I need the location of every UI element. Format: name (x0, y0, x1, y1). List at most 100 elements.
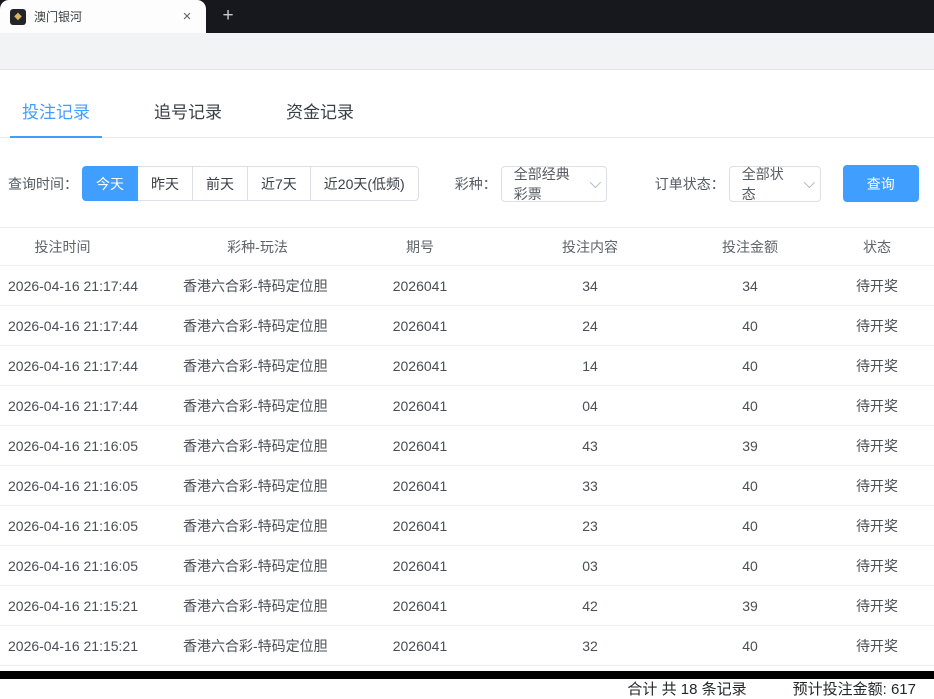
table-cell: 2026041 (340, 306, 500, 346)
table-cell: 2026-04-16 21:15:21 (0, 626, 175, 666)
bottom-bar (0, 671, 934, 679)
table-cell: 40 (680, 306, 820, 346)
table-cell: 32 (500, 626, 680, 666)
browser-toolbar (0, 33, 934, 70)
table-cell: 香港六合彩-特码定位胆 (175, 626, 340, 666)
table-row: 2026-04-16 21:17:44香港六合彩-特码定位胆2026041044… (0, 386, 934, 426)
page-tab[interactable]: 投注记录 (10, 88, 102, 138)
filter-row: 查询时间： 今天昨天前天近7天近20天(低频) 彩种： 全部经典彩票 订单状态：… (8, 165, 934, 202)
table-cell: 04 (500, 386, 680, 426)
table-cell: 40 (680, 506, 820, 546)
table-cell: 2026-04-16 21:17:44 (0, 386, 175, 426)
table-cell: 香港六合彩-特码定位胆 (175, 266, 340, 306)
table-cell: 40 (680, 546, 820, 586)
table-cell: 2026-04-16 21:15:21 (0, 586, 175, 626)
query-button[interactable]: 查询 (843, 165, 919, 202)
table-cell: 香港六合彩-特码定位胆 (175, 506, 340, 546)
table-cell: 40 (680, 466, 820, 506)
table-header-cell: 状态 (820, 228, 934, 266)
table-cell: 待开奖 (820, 266, 934, 306)
table-body: 2026-04-16 21:17:44香港六合彩-特码定位胆2026041343… (0, 266, 934, 666)
table-header-row: 投注时间彩种-玩法期号投注内容投注金额状态 (0, 228, 934, 266)
site-favicon-icon: ◆ (10, 9, 26, 25)
table-header-cell: 投注金额 (680, 228, 820, 266)
time-filter-group: 今天昨天前天近7天近20天(低频) (82, 166, 419, 201)
table-cell: 香港六合彩-特码定位胆 (175, 466, 340, 506)
table-cell: 39 (680, 586, 820, 626)
table-row: 2026-04-16 21:16:05香港六合彩-特码定位胆2026041334… (0, 466, 934, 506)
table-cell: 2026041 (340, 426, 500, 466)
table-cell: 香港六合彩-特码定位胆 (175, 586, 340, 626)
table-cell: 待开奖 (820, 426, 934, 466)
browser-tab-bar: ◆ 澳门银河 × + (0, 0, 934, 33)
table-cell: 2026-04-16 21:16:05 (0, 426, 175, 466)
table-cell: 24 (500, 306, 680, 346)
time-filter-button[interactable]: 前天 (192, 166, 248, 201)
table-cell: 14 (500, 346, 680, 386)
table-cell: 待开奖 (820, 466, 934, 506)
table-cell: 2026041 (340, 266, 500, 306)
lottery-filter-label: 彩种： (455, 174, 497, 194)
lottery-select[interactable]: 全部经典彩票 (501, 166, 607, 202)
table-cell: 2026041 (340, 546, 500, 586)
table-cell: 香港六合彩-特码定位胆 (175, 306, 340, 346)
table-cell: 待开奖 (820, 386, 934, 426)
table-row: 2026-04-16 21:17:44香港六合彩-特码定位胆2026041244… (0, 306, 934, 346)
table-cell: 2026-04-16 21:17:44 (0, 306, 175, 346)
browser-tab-title: 澳门银河 (34, 8, 170, 25)
table-row: 2026-04-16 21:16:05香港六合彩-特码定位胆2026041433… (0, 426, 934, 466)
table-cell: 待开奖 (820, 586, 934, 626)
table-cell: 2026041 (340, 506, 500, 546)
time-filter-button[interactable]: 近7天 (247, 166, 311, 201)
table-cell: 34 (500, 266, 680, 306)
table-cell: 03 (500, 546, 680, 586)
time-filter-button[interactable]: 今天 (82, 166, 138, 201)
table-cell: 40 (680, 346, 820, 386)
table-cell: 2026-04-16 21:17:44 (0, 346, 175, 386)
table-row: 2026-04-16 21:16:05香港六合彩-特码定位胆2026041034… (0, 546, 934, 586)
table-cell: 43 (500, 426, 680, 466)
table-cell: 香港六合彩-特码定位胆 (175, 386, 340, 426)
new-tab-button[interactable]: + (214, 3, 242, 31)
status-select[interactable]: 全部状态 (729, 166, 821, 202)
table-cell: 23 (500, 506, 680, 546)
table-cell: 2026041 (340, 466, 500, 506)
table-cell: 2026-04-16 21:16:05 (0, 466, 175, 506)
summary-total: 合计 共 18 条记录 (627, 678, 746, 699)
chevron-down-icon (589, 176, 600, 187)
table-header-cell: 投注内容 (500, 228, 680, 266)
table-cell: 待开奖 (820, 346, 934, 386)
table-cell: 39 (680, 426, 820, 466)
page-tab[interactable]: 追号记录 (142, 88, 234, 138)
table-cell: 香港六合彩-特码定位胆 (175, 426, 340, 466)
page-tab[interactable]: 资金记录 (274, 88, 366, 138)
close-tab-icon[interactable]: × (178, 8, 196, 26)
table-cell: 40 (680, 386, 820, 426)
lottery-select-value: 全部经典彩票 (514, 164, 582, 204)
table-header-cell: 彩种-玩法 (175, 228, 340, 266)
time-filter-label: 查询时间： (8, 174, 78, 194)
bet-records-table: 投注时间彩种-玩法期号投注内容投注金额状态 2026-04-16 21:17:4… (0, 227, 934, 666)
status-filter-label: 订单状态： (655, 174, 725, 194)
table-cell: 待开奖 (820, 306, 934, 346)
browser-tab[interactable]: ◆ 澳门银河 × (0, 0, 206, 33)
table-row: 2026-04-16 21:17:44香港六合彩-特码定位胆2026041144… (0, 346, 934, 386)
summary-amount: 预计投注金额: 617 (793, 678, 916, 699)
status-select-value: 全部状态 (742, 164, 796, 204)
time-filter-button[interactable]: 近20天(低频) (310, 166, 419, 201)
table-row: 2026-04-16 21:17:44香港六合彩-特码定位胆2026041343… (0, 266, 934, 306)
table-cell: 2026041 (340, 386, 500, 426)
table-header-cell: 投注时间 (0, 228, 175, 266)
table-cell: 香港六合彩-特码定位胆 (175, 346, 340, 386)
time-filter-button[interactable]: 昨天 (137, 166, 193, 201)
table-cell: 40 (680, 626, 820, 666)
table-cell: 2026041 (340, 626, 500, 666)
chevron-down-icon (803, 176, 814, 187)
table-cell: 待开奖 (820, 506, 934, 546)
table-header-cell: 期号 (340, 228, 500, 266)
table-cell: 待开奖 (820, 626, 934, 666)
table-cell: 2026041 (340, 346, 500, 386)
table-cell: 2026-04-16 21:16:05 (0, 546, 175, 586)
table-cell: 33 (500, 466, 680, 506)
table-row: 2026-04-16 21:16:05香港六合彩-特码定位胆2026041234… (0, 506, 934, 546)
